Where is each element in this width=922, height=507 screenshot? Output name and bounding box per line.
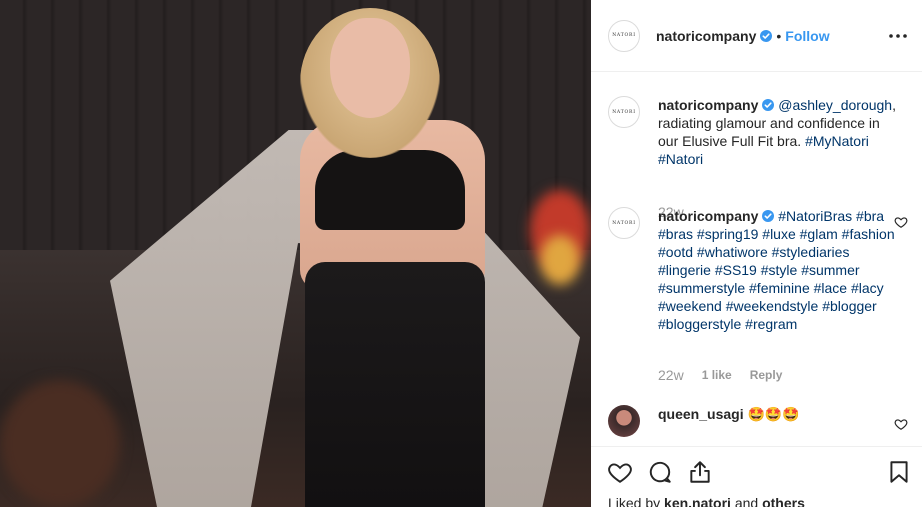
comment-username[interactable]: natoricompany bbox=[658, 208, 758, 224]
verified-badge-icon bbox=[762, 99, 775, 111]
comment-emoji: 🤩🤩🤩 bbox=[747, 406, 800, 422]
hashtag-link[interactable]: #Natori bbox=[658, 151, 703, 167]
header-separator: • bbox=[776, 27, 782, 44]
photo-bokeh bbox=[0, 380, 120, 507]
mention-link[interactable]: @ashley_dorough bbox=[778, 97, 892, 113]
follow-button[interactable]: Follow bbox=[785, 28, 829, 44]
more-options-icon[interactable] bbox=[886, 24, 910, 48]
verified-badge-icon bbox=[760, 29, 773, 42]
comment-timestamp[interactable]: 22w bbox=[658, 367, 684, 383]
comment-avatar[interactable]: NATORI bbox=[608, 207, 640, 239]
hashtag-list[interactable]: #NatoriBras #bra #bras #spring19 #luxe #… bbox=[658, 208, 895, 332]
bookmark-icon[interactable] bbox=[886, 459, 912, 485]
comments-list[interactable]: NATORI natoricompany @ashley_dorough, ra… bbox=[591, 73, 922, 445]
photo-face bbox=[330, 18, 410, 118]
comment-text: natoricompany #NatoriBras #bra #bras #sp… bbox=[658, 207, 898, 333]
post-photo[interactable] bbox=[0, 0, 591, 507]
account-avatar[interactable]: NATORI bbox=[608, 19, 640, 52]
caption-avatar[interactable]: NATORI bbox=[608, 96, 640, 128]
comment-likes-count[interactable]: 1 like bbox=[702, 368, 732, 382]
avatar-logo-text: NATORI bbox=[612, 220, 636, 226]
avatar-logo-text: NATORI bbox=[612, 33, 636, 38]
post-actions-bar: Liked by ken.natori and others bbox=[591, 446, 922, 507]
liked-by-prefix: Liked by bbox=[608, 495, 661, 507]
verified-badge-icon bbox=[762, 210, 775, 222]
comment-like-heart-icon[interactable] bbox=[894, 215, 908, 229]
photo-jeans bbox=[305, 262, 485, 507]
share-icon[interactable] bbox=[687, 459, 713, 485]
liked-by-user[interactable]: ken.natori bbox=[664, 495, 731, 507]
photo-bokeh bbox=[540, 235, 580, 285]
caption-text: natoricompany @ashley_dorough, radiating… bbox=[658, 96, 898, 168]
comment-meta: 22w 1 like Reply bbox=[658, 367, 782, 383]
comment-text: queen_usagi 🤩🤩🤩 bbox=[658, 405, 898, 423]
hashtag-link[interactable]: #MyNatori bbox=[805, 133, 869, 149]
post-header: NATORI natoricompany • Follow bbox=[591, 0, 922, 72]
comment-avatar[interactable] bbox=[608, 405, 640, 437]
avatar-logo-text: NATORI bbox=[612, 109, 636, 115]
liked-by-others[interactable]: others bbox=[762, 495, 805, 507]
caption-username[interactable]: natoricompany bbox=[658, 97, 758, 113]
comment-icon[interactable] bbox=[647, 459, 673, 485]
liked-by-and: and bbox=[734, 495, 759, 507]
reply-button[interactable]: Reply bbox=[750, 368, 783, 382]
heart-icon[interactable] bbox=[607, 459, 633, 485]
comment-username[interactable]: queen_usagi bbox=[658, 406, 744, 422]
photo-bra bbox=[315, 150, 465, 230]
liked-by-text: Liked by ken.natori and others bbox=[608, 495, 805, 507]
account-username[interactable]: natoricompany bbox=[656, 28, 756, 44]
comment-like-heart-icon[interactable] bbox=[894, 417, 908, 431]
